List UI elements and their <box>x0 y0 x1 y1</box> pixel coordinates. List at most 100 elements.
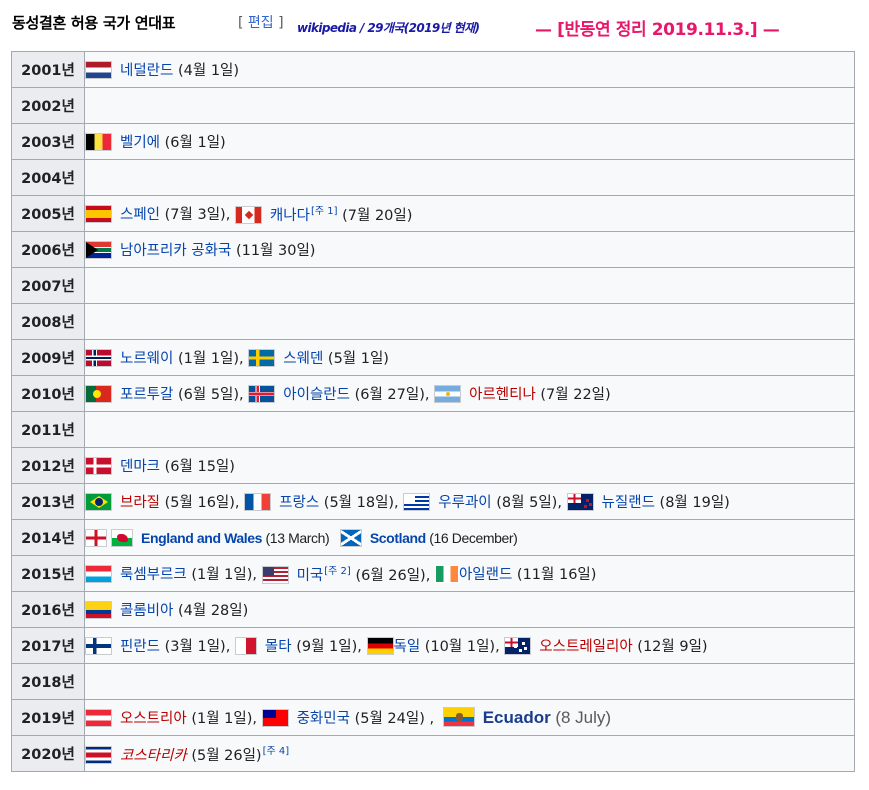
brazil-flag-icon <box>85 493 112 511</box>
country-entry: 오스트리아 (1월 1일), <box>85 707 257 728</box>
country-link[interactable]: 캐나다 <box>270 208 310 224</box>
year-cell: 2018년 <box>11 663 85 700</box>
legalization-date: (5월 24일) , <box>354 711 435 727</box>
table-row: 2013년 브라질 (5월 16일), 프랑스 (5월 18일), 우루과이 (… <box>11 483 855 520</box>
country-link[interactable]: 중화민국 <box>297 711 350 727</box>
year-cell: 2012년 <box>11 447 85 484</box>
year-cell: 2015년 <box>11 555 85 592</box>
taiwan-flag-icon <box>261 709 289 727</box>
legalization-date: (6월 1일) <box>164 135 226 151</box>
country-link[interactable]: 브라질 <box>120 495 160 511</box>
year-cell: 2019년 <box>11 699 85 736</box>
country-entry: 중화민국 (5월 24일) , <box>261 707 435 728</box>
countries-cell: 덴마크 (6월 15일) <box>84 447 855 484</box>
country-link[interactable]: 핀란드 <box>120 639 160 655</box>
england-flag-icon <box>85 528 107 547</box>
legalization-date: (6월 27일), <box>354 387 430 403</box>
country-link[interactable]: 벨기에 <box>120 135 160 151</box>
country-entry: 우루과이 (8월 5일), <box>403 491 562 512</box>
south-africa-flag-icon <box>85 241 112 259</box>
legalization-date: (12월 9일) <box>637 639 708 655</box>
legalization-table: 2001년 네덜란드 (4월 1일) 2002년 2003년 벨기에 (6월 1… <box>11 51 855 772</box>
country-entry: England and Wales (13 March) <box>85 528 330 547</box>
year-cell: 2017년 <box>11 627 85 664</box>
country-link[interactable]: Ecuador <box>483 708 551 727</box>
year-cell: 2016년 <box>11 591 85 628</box>
denmark-flag-icon <box>85 457 112 475</box>
country-link[interactable]: 노르웨이 <box>120 351 173 367</box>
legalization-date: (5월 18일), <box>323 495 399 511</box>
table-row: 2012년 덴마크 (6월 15일) <box>11 447 855 484</box>
country-link[interactable]: 포르투갈 <box>120 387 173 403</box>
country-link[interactable]: 프랑스 <box>279 495 319 511</box>
table-row: 2011년 <box>11 411 855 448</box>
country-link[interactable]: 코스타리카 <box>120 748 187 764</box>
argentina-flag-icon <box>434 385 462 403</box>
country-entry: 프랑스 (5월 18일), <box>244 491 399 512</box>
country-link[interactable]: 남아프리카 공화국 <box>120 243 231 259</box>
country-link[interactable]: 미국 <box>297 568 324 584</box>
country-entry: 네덜란드 (4월 1일) <box>85 59 239 80</box>
legalization-date: (6월 26일), <box>355 568 431 584</box>
table-row: 2016년 콜롬비아 (4월 28일) <box>11 591 855 628</box>
colombia-flag-icon <box>85 601 112 619</box>
malta-flag-icon <box>234 637 257 655</box>
country-entry: 캐나다[주 1] (7월 20일) <box>234 202 412 225</box>
legalization-date: (16 December) <box>429 529 518 546</box>
year-cell: 2003년 <box>11 123 85 160</box>
country-link[interactable]: 뉴질랜드 <box>602 495 655 511</box>
country-link[interactable]: 독일 <box>394 639 421 655</box>
country-link[interactable]: 오스트레일리아 <box>539 639 632 655</box>
legalization-date: (1월 1일), <box>191 711 257 727</box>
country-link[interactable]: 덴마크 <box>120 459 160 475</box>
country-link[interactable]: 몰타 <box>265 639 292 655</box>
legalization-date: (3월 1일), <box>164 639 231 655</box>
country-link[interactable]: 아이슬란드 <box>283 387 350 403</box>
country-link[interactable]: 아일랜드 <box>459 567 512 583</box>
country-link[interactable]: 콜롬비아 <box>120 603 173 619</box>
edit-label[interactable]: 편집 <box>248 15 274 31</box>
countries-cell <box>84 303 855 340</box>
country-entry: 뉴질랜드 (8월 19일) <box>566 491 730 512</box>
iceland-flag-icon <box>248 385 276 403</box>
countries-cell: 스페인 (7월 3일), 캐나다[주 1] (7월 20일) <box>84 195 855 232</box>
legalization-date: (6월 15일) <box>164 459 235 475</box>
country-link[interactable]: Scotland <box>370 530 426 546</box>
country-entry: 스페인 (7월 3일), <box>85 203 230 224</box>
countries-cell: 핀란드 (3월 1일), 몰타 (9월 1일), 독일 (10월 1일), 오스… <box>84 627 855 664</box>
country-link[interactable]: 네덜란드 <box>120 63 173 79</box>
country-entry: 포르투갈 (6월 5일), <box>85 383 244 404</box>
country-link[interactable]: 우루과이 <box>438 495 491 511</box>
norway-flag-icon <box>85 349 112 367</box>
country-link[interactable]: England and Wales <box>141 530 262 546</box>
countries-cell <box>84 87 855 124</box>
year-cell: 2010년 <box>11 375 85 412</box>
country-link[interactable]: 스웨덴 <box>283 351 323 367</box>
countries-cell: 콜롬비아 (4월 28일) <box>84 591 855 628</box>
country-link[interactable]: 룩셈부르크 <box>120 567 187 583</box>
country-entry: Scotland (16 December) <box>339 528 518 547</box>
footnote-link[interactable]: [주 2] <box>324 566 351 577</box>
footnote-link[interactable]: [주 4] <box>263 746 290 757</box>
country-entry: Ecuador (8 July) <box>442 707 611 728</box>
legalization-date: (11월 30일) <box>235 243 316 259</box>
luxembourg-flag-icon <box>85 565 112 583</box>
country-link[interactable]: 스페인 <box>120 207 160 223</box>
table-row: 2019년 오스트리아 (1월 1일), 중화민국 (5월 24일) , Ecu… <box>11 699 855 736</box>
year-cell: 2011년 <box>11 411 85 448</box>
countries-cell: 포르투갈 (6월 5일), 아이슬란드 (6월 27일), 아르헨티나 (7월 … <box>84 375 855 412</box>
country-entry: 아일랜드 (11월 16일) <box>434 563 597 584</box>
country-link[interactable]: 아르헨티나 <box>469 387 536 403</box>
austria-flag-icon <box>85 709 112 727</box>
footnote-link[interactable]: [주 1] <box>311 206 338 217</box>
legalization-date: (8월 5일), <box>496 495 562 511</box>
country-link[interactable]: 오스트리아 <box>120 711 187 727</box>
year-cell: 2020년 <box>11 735 85 772</box>
france-flag-icon <box>244 493 272 511</box>
legalization-date: (11월 16일) <box>516 567 597 583</box>
legalization-date: (5월 1일) <box>327 351 389 367</box>
countries-cell: 브라질 (5월 16일), 프랑스 (5월 18일), 우루과이 (8월 5일)… <box>84 483 855 520</box>
edit-section-link[interactable]: [ 편집 ] <box>238 12 284 32</box>
table-row: 2020년 코스타리카 (5월 26일)[주 4] <box>11 735 855 772</box>
countries-cell: 벨기에 (6월 1일) <box>84 123 855 160</box>
